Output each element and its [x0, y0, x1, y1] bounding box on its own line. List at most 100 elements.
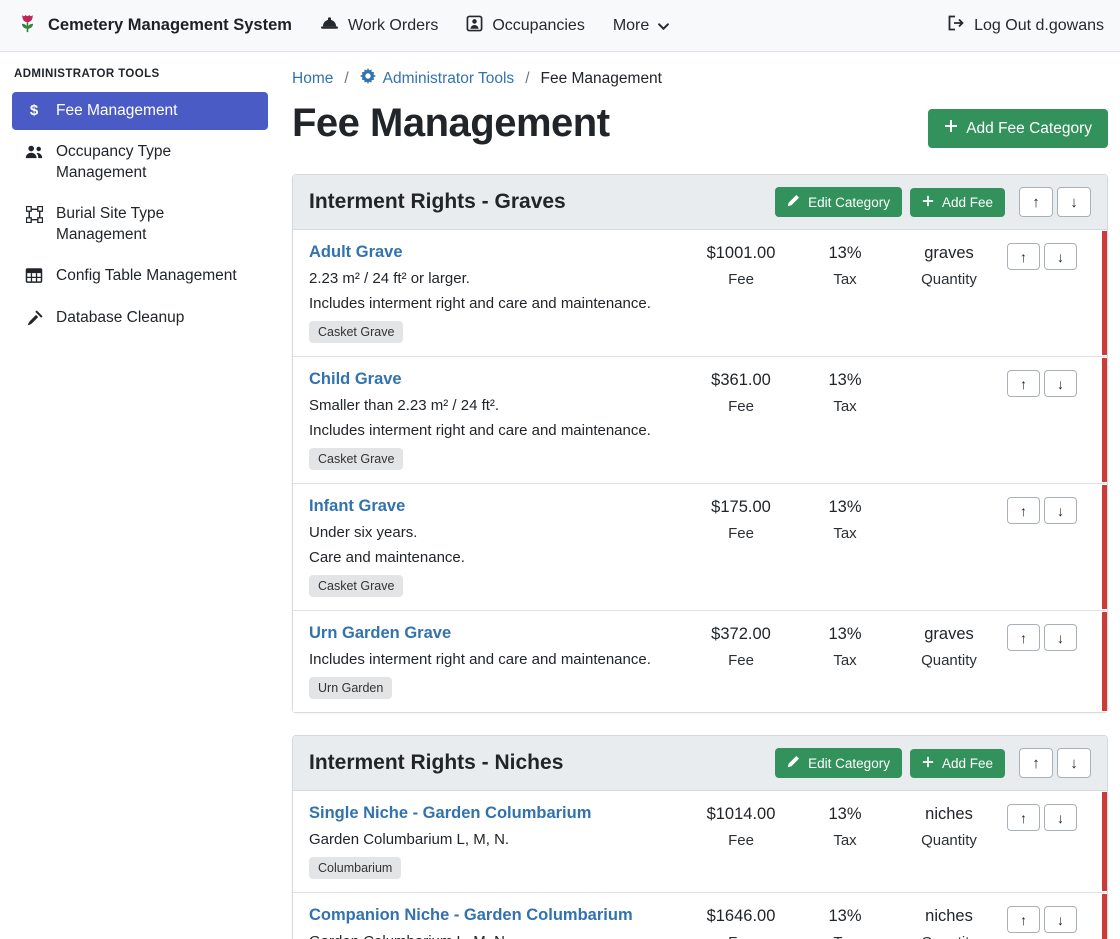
breadcrumb-separator: /	[525, 70, 529, 88]
nav-label-occupancies: Occupancies	[492, 17, 585, 35]
fee-type-badge: Casket Grave	[309, 448, 403, 470]
edit-category-button[interactable]: Edit Category	[775, 187, 902, 217]
quantity-label: Quantity	[897, 832, 1001, 849]
tax-label: Tax	[793, 832, 897, 849]
quantity-col	[897, 370, 1001, 371]
logout-icon	[947, 15, 965, 36]
tax-col: 13% Tax	[793, 370, 897, 415]
quantity-label: Quantity	[897, 652, 1001, 669]
row-accent-strip	[1102, 612, 1107, 711]
fee-row: Single Niche - Garden Columbarium Garden…	[293, 791, 1107, 892]
chevron-down-icon	[658, 17, 669, 35]
people-icon	[24, 144, 44, 159]
move-fee-up-button[interactable]: ↑	[1007, 370, 1040, 397]
move-fee-up-button[interactable]: ↑	[1007, 497, 1040, 524]
breadcrumb-admin-tools-link[interactable]: Administrator Tools	[360, 68, 515, 89]
sidebar-item-label: Fee Management	[56, 101, 178, 121]
breadcrumb-home-link[interactable]: Home	[292, 70, 333, 88]
fee-name-link[interactable]: Child Grave	[309, 370, 402, 388]
row-accent-strip	[1102, 358, 1107, 482]
fee-description: 2.23 m² / 24 ft² or larger.	[309, 270, 677, 287]
move-fee-up-button[interactable]: ↑	[1007, 906, 1040, 933]
hard-hat-icon	[320, 16, 339, 36]
category-card-header: Interment Rights - Graves Edit Category …	[293, 175, 1107, 230]
fee-amount-label: Fee	[689, 934, 793, 939]
fee-row: Adult Grave 2.23 m² / 24 ft² or larger. …	[293, 230, 1107, 356]
breadcrumb-admin-label: Administrator Tools	[383, 70, 515, 88]
sidebar-item-burial-site-type-management[interactable]: Burial Site Type Management	[12, 195, 268, 254]
category-title: Interment Rights - Niches	[309, 751, 563, 775]
sidebar-item-label: Database Cleanup	[56, 308, 184, 328]
move-fee-down-button[interactable]: ↓	[1044, 804, 1077, 831]
tulip-logo-icon	[16, 12, 39, 40]
gear-icon	[360, 68, 376, 89]
nav-label-more: More	[613, 17, 649, 35]
move-fee-down-button[interactable]: ↓	[1044, 497, 1077, 524]
quantity-value: niches	[897, 805, 1001, 824]
category-card-header: Interment Rights - Niches Edit Category …	[293, 736, 1107, 791]
fee-name-link[interactable]: Single Niche - Garden Columbarium	[309, 804, 591, 822]
fee-reorder-actions: ↑ ↓	[1007, 906, 1077, 933]
main-content: Home / Administrator Tools / Fee Managem…	[280, 52, 1120, 939]
sidebar-item-fee-management[interactable]: $ Fee Management	[12, 92, 268, 130]
move-category-up-button[interactable]: ↑	[1019, 748, 1053, 778]
fee-amount: $372.00	[689, 625, 793, 644]
move-fee-down-button[interactable]: ↓	[1044, 624, 1077, 651]
tax-label: Tax	[793, 398, 897, 415]
fee-amount: $1014.00	[689, 805, 793, 824]
tax-col: 13% Tax	[793, 243, 897, 288]
nav-item-work-orders[interactable]: Work Orders	[320, 16, 438, 36]
fee-name-link[interactable]: Urn Garden Grave	[309, 624, 451, 642]
add-fee-button[interactable]: Add Fee	[910, 749, 1005, 778]
move-category-up-button[interactable]: ↑	[1019, 187, 1053, 217]
category-card: Interment Rights - Niches Edit Category …	[292, 735, 1108, 939]
move-fee-up-button[interactable]: ↑	[1007, 804, 1040, 831]
fee-info: Single Niche - Garden Columbarium Garden…	[309, 804, 689, 879]
sidebar-item-database-cleanup[interactable]: Database Cleanup	[12, 299, 268, 337]
move-fee-up-button[interactable]: ↑	[1007, 624, 1040, 651]
fee-name-link[interactable]: Adult Grave	[309, 243, 403, 261]
table-icon	[24, 268, 44, 283]
row-accent-strip	[1102, 894, 1107, 939]
fee-name-link[interactable]: Companion Niche - Garden Columbarium	[309, 906, 633, 924]
add-fee-category-label: Add Fee Category	[966, 120, 1092, 138]
edit-category-label: Edit Category	[808, 756, 890, 771]
move-fee-up-button[interactable]: ↑	[1007, 243, 1040, 270]
fee-type-badge: Casket Grave	[309, 575, 403, 597]
fee-name-link[interactable]: Infant Grave	[309, 497, 405, 515]
move-fee-down-button[interactable]: ↓	[1044, 906, 1077, 933]
fee-amount-label: Fee	[689, 271, 793, 288]
move-fee-down-button[interactable]: ↓	[1044, 370, 1077, 397]
move-category-down-button[interactable]: ↓	[1057, 748, 1091, 778]
logout-label: Log Out d.gowans	[974, 17, 1104, 35]
fee-amount-label: Fee	[689, 398, 793, 415]
fee-amount-col: $1646.00 Fee	[689, 906, 793, 939]
tax-value: 13%	[793, 244, 897, 263]
move-fee-down-button[interactable]: ↓	[1044, 243, 1077, 270]
occupancies-icon	[466, 15, 483, 37]
quantity-label: Quantity	[897, 271, 1001, 288]
quantity-value: graves	[897, 244, 1001, 263]
move-category-down-button[interactable]: ↓	[1057, 187, 1091, 217]
fee-row: Companion Niche - Garden Columbarium Gar…	[293, 892, 1107, 939]
sidebar-item-occupancy-type-management[interactable]: Occupancy Type Management	[12, 133, 268, 192]
category-reorder-actions: ↑ ↓	[1019, 748, 1091, 778]
quantity-label: Quantity	[897, 934, 1001, 939]
broom-icon	[24, 310, 44, 327]
tax-value: 13%	[793, 625, 897, 644]
logout-button[interactable]: Log Out d.gowans	[947, 15, 1104, 36]
page-title: Fee Management	[292, 101, 610, 145]
row-accent-strip	[1102, 485, 1107, 609]
fee-amount-label: Fee	[689, 652, 793, 669]
quantity-value: niches	[897, 907, 1001, 926]
nav-item-more[interactable]: More	[613, 17, 669, 35]
nav-item-occupancies[interactable]: Occupancies	[466, 15, 585, 37]
app-title: Cemetery Management System	[48, 16, 292, 35]
sidebar-item-config-table-management[interactable]: Config Table Management	[12, 257, 268, 295]
fee-description: Includes interment right and care and ma…	[309, 422, 677, 439]
plus-icon	[944, 119, 958, 138]
row-accent-strip	[1102, 231, 1107, 355]
add-fee-category-button[interactable]: Add Fee Category	[928, 109, 1108, 148]
add-fee-button[interactable]: Add Fee	[910, 188, 1005, 217]
edit-category-button[interactable]: Edit Category	[775, 748, 902, 778]
